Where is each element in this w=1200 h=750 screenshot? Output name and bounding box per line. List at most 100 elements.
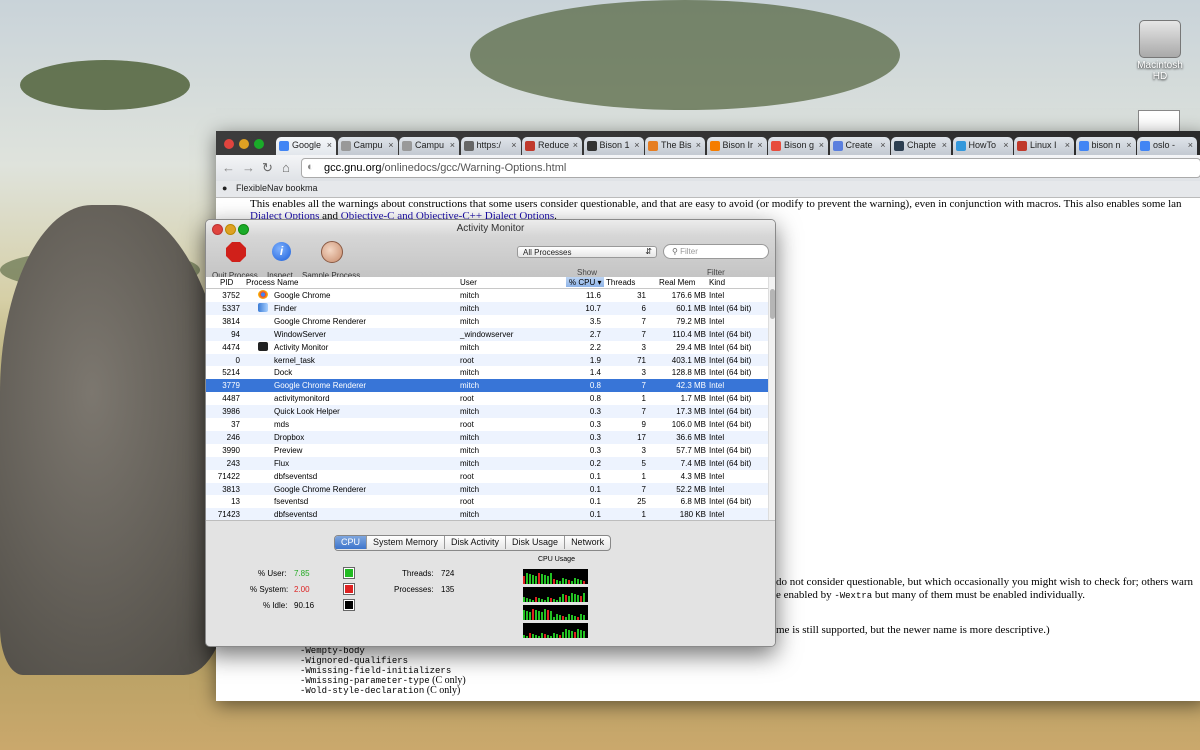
stop-sign-icon[interactable] <box>226 242 246 262</box>
table-row[interactable]: 5214 Dock mitch 1.4 3 128.8 MB Intel (64 bit) <box>206 366 768 379</box>
table-row[interactable]: 3813 Google Chrome Renderer mitch 0.1 7 52.2 … <box>206 482 768 496</box>
table-row[interactable]: 71422 dbfseventsd root 0.1 1 4.3 MB Intel <box>206 470 768 483</box>
column-header-cpu[interactable]: % CPU ▾ <box>566 277 605 287</box>
close-tab-icon[interactable]: × <box>1188 140 1193 150</box>
cpu-graph-bar <box>544 575 546 584</box>
close-tab-icon[interactable]: × <box>1065 140 1070 150</box>
close-tab-icon[interactable]: × <box>450 140 455 150</box>
minimize-window-button[interactable] <box>239 139 249 149</box>
close-tab-icon[interactable]: × <box>573 140 578 150</box>
cpu-graph-bar <box>574 578 576 584</box>
column-header-mem[interactable]: Real Mem <box>659 278 695 287</box>
table-row[interactable]: 4474 Activity Monitor mitch 2.2 3 29.4 MB Inte… <box>206 341 768 354</box>
threads-cell: 71 <box>637 355 646 365</box>
tab-system-memory[interactable]: System Memory <box>367 536 446 549</box>
user-cell: mitch <box>460 484 480 494</box>
column-header-pid[interactable]: PID <box>220 278 233 287</box>
kind-cell: Intel <box>709 381 725 391</box>
table-row[interactable]: 3986 Quick Look Helper mitch 0.3 7 17.3 MB Int… <box>206 405 768 418</box>
zoom-window-button[interactable] <box>238 224 249 235</box>
user-cell: mitch <box>460 407 480 417</box>
browser-tab[interactable]: Create × <box>829 137 890 155</box>
table-row[interactable]: 246 Dropbox mitch 0.3 17 36.6 MB Intel <box>206 430 768 444</box>
close-tab-icon[interactable]: × <box>1126 140 1131 150</box>
browser-tab[interactable]: Linux I × <box>1014 137 1074 155</box>
site-icon <box>525 141 535 151</box>
kind-cell: Intel (64 bit) <box>709 355 752 365</box>
browser-tab[interactable]: oslo - × <box>1137 137 1197 155</box>
column-header-name[interactable]: Process Name <box>246 278 298 287</box>
address-bar[interactable]: ◐ gcc.gnu.org/onlinedocs/gcc/Warning-Opt… <box>301 158 1200 178</box>
browser-tab[interactable]: Chapte × <box>891 137 951 155</box>
tab-network[interactable]: Network <box>565 536 610 549</box>
sample-process-icon[interactable] <box>321 241 343 263</box>
browser-tab[interactable]: Bison Ir × <box>706 137 767 155</box>
table-row[interactable]: 3779 Google Chrome Renderer mitch 0.8 7 42.3 … <box>206 379 768 393</box>
bookmark-item[interactable]: FlexibleNav bookma <box>236 183 318 193</box>
filter-search-field[interactable]: ⚲ Filter <box>663 244 769 259</box>
cpu-graph-bar <box>541 612 543 620</box>
browser-tab[interactable]: Reduce × <box>522 137 582 155</box>
zoom-window-button[interactable] <box>254 139 264 149</box>
tab-cpu[interactable]: CPU <box>335 536 368 549</box>
close-tab-icon[interactable]: × <box>880 140 885 150</box>
tab-disk-usage[interactable]: Disk Usage <box>506 536 566 549</box>
close-tab-icon[interactable]: × <box>696 140 701 150</box>
system-color-well[interactable] <box>343 583 355 595</box>
browser-tab[interactable]: Campu × <box>337 137 398 155</box>
process-table: 3752 Google Chrome mitch 11.6 31 176.6 MB Inte… <box>206 289 768 521</box>
reload-icon[interactable]: ↻ <box>262 160 273 176</box>
table-row[interactable]: 94 WindowServer _windowserver 2.7 7 110.4 MB I… <box>206 327 768 341</box>
column-header-threads[interactable]: Threads <box>606 278 635 287</box>
cpu-graph-bar <box>550 636 552 638</box>
user-color-well[interactable] <box>343 567 355 579</box>
close-tab-icon[interactable]: × <box>819 140 824 150</box>
cpu-graph-bar <box>556 600 558 602</box>
table-row[interactable]: 0 kernel_task root 1.9 71 403.1 MB Intel (64 b… <box>206 353 768 367</box>
google-icon <box>279 141 289 151</box>
browser-tab[interactable]: HowTo × <box>952 137 1013 155</box>
close-tab-icon[interactable]: × <box>327 140 332 150</box>
table-row[interactable]: 37 mds root 0.3 9 106.0 MB Intel (64 bit) <box>206 418 768 431</box>
home-icon[interactable]: ⌂ <box>282 160 290 175</box>
table-row[interactable]: 5337 Finder mitch 10.7 6 60.1 MB Intel (64 bit… <box>206 301 768 315</box>
idle-color-well[interactable] <box>343 599 355 611</box>
close-tab-icon[interactable]: × <box>1003 140 1008 150</box>
tab-disk-activity[interactable]: Disk Activity <box>445 536 507 549</box>
close-tab-icon[interactable]: × <box>634 140 639 150</box>
table-row[interactable]: 3814 Google Chrome Renderer mitch 3.5 7 79.2 … <box>206 315 768 328</box>
close-tab-icon[interactable]: × <box>757 140 762 150</box>
close-tab-icon[interactable]: × <box>942 140 947 150</box>
cpu-graph-bar <box>577 579 579 584</box>
browser-tab[interactable]: Bison g × <box>768 137 828 155</box>
real-mem-cell: 52.2 MB <box>676 484 706 494</box>
table-row[interactable]: 3752 Google Chrome mitch 11.6 31 176.6 MB Inte… <box>206 289 768 302</box>
tab-label: bison n <box>1091 140 1121 150</box>
close-tab-icon[interactable]: × <box>388 140 393 150</box>
column-header-kind[interactable]: Kind <box>709 278 725 287</box>
browser-tab[interactable]: bison n × <box>1075 137 1136 155</box>
column-header-user[interactable]: User <box>460 278 477 287</box>
browser-tab[interactable]: The Bis × <box>645 137 705 155</box>
close-tab-icon[interactable]: × <box>511 140 516 150</box>
browser-tab[interactable]: https:/ × <box>460 137 521 155</box>
close-window-button[interactable] <box>212 224 223 235</box>
forward-arrow-icon[interactable]: → <box>242 160 255 175</box>
browser-tab[interactable]: Bison 1 × <box>583 137 644 155</box>
table-row[interactable]: 243 Flux mitch 0.2 5 7.4 MB Intel (64 bit) <box>206 456 768 470</box>
table-row[interactable]: 4487 activitymonitord root 0.8 1 1.7 MB Intel … <box>206 392 768 405</box>
real-mem-cell: 180 KB <box>679 510 706 520</box>
macintosh-hd-drive[interactable]: Macintosh HD <box>1130 20 1190 82</box>
process-filter-select[interactable]: All Processes ⇵ <box>517 246 657 258</box>
minimize-window-button[interactable] <box>225 224 236 235</box>
scrollbar-thumb[interactable] <box>770 289 775 319</box>
vertical-scrollbar[interactable] <box>768 277 775 521</box>
close-window-button[interactable] <box>224 139 234 149</box>
browser-tab[interactable]: Campu × <box>399 137 459 155</box>
browser-tab[interactable]: Google × <box>276 137 336 155</box>
info-icon[interactable]: i <box>272 242 291 261</box>
table-row[interactable]: 3990 Preview mitch 0.3 3 57.7 MB Intel (64 bit… <box>206 444 768 457</box>
table-row[interactable]: 13 fseventsd root 0.1 25 6.8 MB Intel (64 bit) <box>206 495 768 508</box>
kind-cell: Intel (64 bit) <box>709 445 752 455</box>
back-arrow-icon[interactable]: ← <box>222 160 235 175</box>
